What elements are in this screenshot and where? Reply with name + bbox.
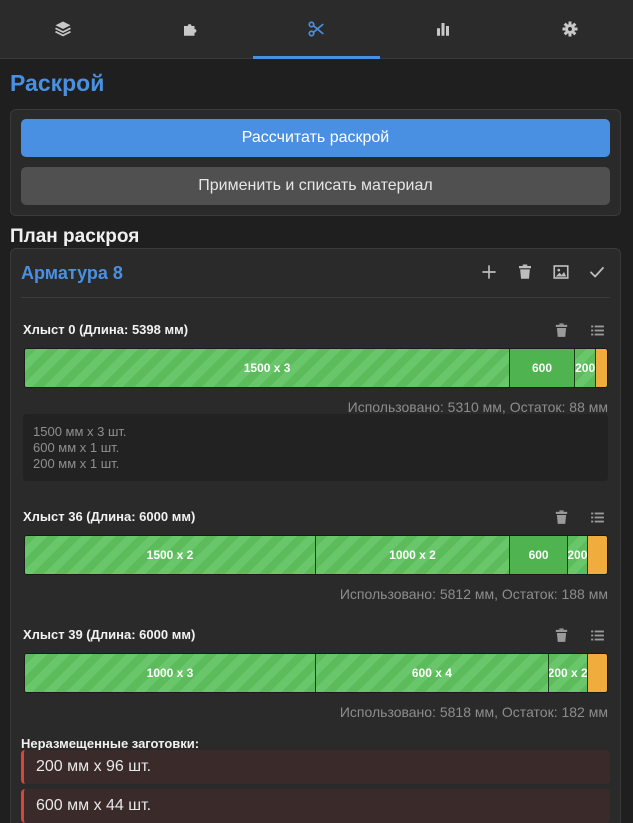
export-image-button[interactable] [550, 261, 572, 283]
divider [21, 297, 610, 298]
unplaced-item: 600 мм x 44 шт. [21, 789, 610, 823]
bar-details-button[interactable] [586, 506, 608, 528]
tab-settings[interactable] [506, 0, 633, 58]
bar-title: Хлыст 0 (Длина: 5398 мм) [23, 322, 189, 337]
image-icon [553, 265, 569, 279]
delete-bar-button[interactable] [550, 506, 572, 528]
trash-icon [555, 509, 567, 524]
scissors-icon [308, 21, 325, 37]
bar-visual: 1500 x 3 600 200 [24, 348, 608, 388]
check-icon [590, 266, 604, 278]
plus-icon [482, 265, 496, 279]
bar-segment: 600 x 4 [316, 654, 549, 692]
list-icon [590, 512, 604, 522]
gear-icon [562, 21, 578, 37]
bar-actions [550, 624, 608, 646]
bar-visual: 1000 x 3 600 x 4 200 x 2 [24, 653, 608, 693]
bar-visual: 1500 x 2 1000 x 2 600 200 [24, 535, 608, 575]
tab-layers[interactable] [0, 0, 127, 58]
bar-segment: 1500 x 2 [25, 536, 316, 574]
bar-segment: 200 [568, 536, 588, 574]
bar-usage: Использовано: 5818 мм, Остаток: 182 мм [339, 704, 608, 720]
trash-icon [519, 264, 531, 279]
unplaced-item: 200 мм x 96 шт. [21, 750, 610, 784]
trash-icon [555, 627, 567, 642]
bar-segment: 600 [510, 349, 575, 387]
bar-details: 1500 мм x 3 шт. 600 мм x 1 шт. 200 мм x … [23, 414, 608, 481]
bar-chart-icon [437, 23, 450, 36]
tab-cutting[interactable] [253, 0, 380, 59]
bar-details-button[interactable] [586, 624, 608, 646]
page-title: Раскрой [10, 70, 105, 96]
bar-segment: 1000 x 3 [25, 654, 316, 692]
layers-icon [55, 21, 72, 37]
bar-segment: 200 x 2 [548, 654, 588, 692]
tab-parts[interactable] [127, 0, 254, 58]
bar-title: Хлыст 36 (Длина: 6000 мм) [23, 509, 196, 524]
calculate-button[interactable]: Рассчитать раскрой [21, 119, 610, 157]
bar-details-button[interactable] [586, 319, 608, 341]
bar-segment: 200 [574, 349, 597, 387]
list-icon [590, 630, 604, 640]
detail-line: 1500 мм x 3 шт. [33, 424, 127, 439]
bar-actions [550, 319, 608, 341]
delete-bar-button[interactable] [550, 624, 572, 646]
tab-bar [0, 0, 633, 59]
list-icon [590, 325, 604, 335]
bar-actions [550, 506, 608, 528]
add-button[interactable] [478, 261, 500, 283]
bar-usage: Использовано: 5812 мм, Остаток: 188 мм [339, 586, 608, 602]
detail-line: 200 мм x 1 шт. [33, 456, 120, 471]
material-actions [478, 261, 608, 283]
delete-bar-button[interactable] [550, 319, 572, 341]
bar-segment: 1000 x 2 [316, 536, 510, 574]
detail-line: 600 мм x 1 шт. [33, 440, 120, 455]
bar-title: Хлыст 39 (Длина: 6000 мм) [23, 627, 196, 642]
apply-button[interactable]: Применить и списать материал [21, 167, 610, 205]
actions-card: Рассчитать раскрой Применить и списать м… [10, 109, 621, 216]
confirm-button[interactable] [586, 261, 608, 283]
bar-segment: 1500 x 3 [25, 349, 511, 387]
puzzle-icon [183, 24, 197, 36]
bar-segment: 600 [510, 536, 569, 574]
trash-icon [555, 322, 567, 337]
plan-card: Арматура 8 Хлыст 0 (Длина: 5398 мм) 1500… [10, 248, 621, 823]
tab-stats[interactable] [380, 0, 507, 58]
unplaced-title: Неразмещенные заготовки: [21, 736, 200, 751]
bar-usage: Использовано: 5310 мм, Остаток: 88 мм [347, 399, 608, 415]
plan-title: План раскроя [10, 226, 140, 247]
material-title: Арматура 8 [21, 263, 123, 283]
delete-material-button[interactable] [514, 261, 536, 283]
